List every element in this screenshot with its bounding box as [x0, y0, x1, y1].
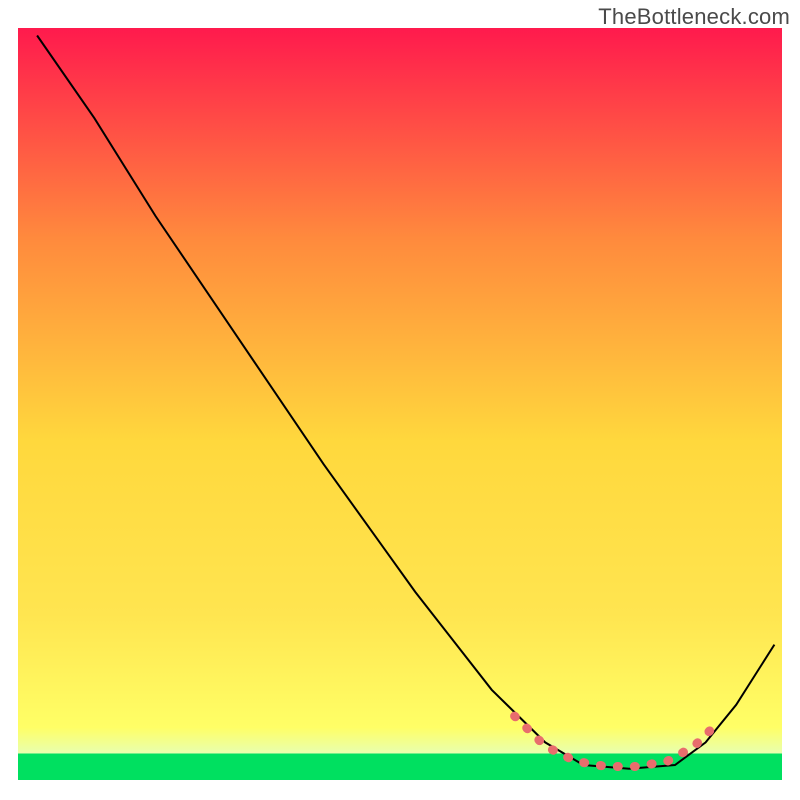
gradient-background [18, 28, 782, 780]
bottleneck-chart [0, 0, 800, 800]
watermark-text: TheBottleneck.com [598, 4, 790, 30]
chart-stage: TheBottleneck.com [0, 0, 800, 800]
